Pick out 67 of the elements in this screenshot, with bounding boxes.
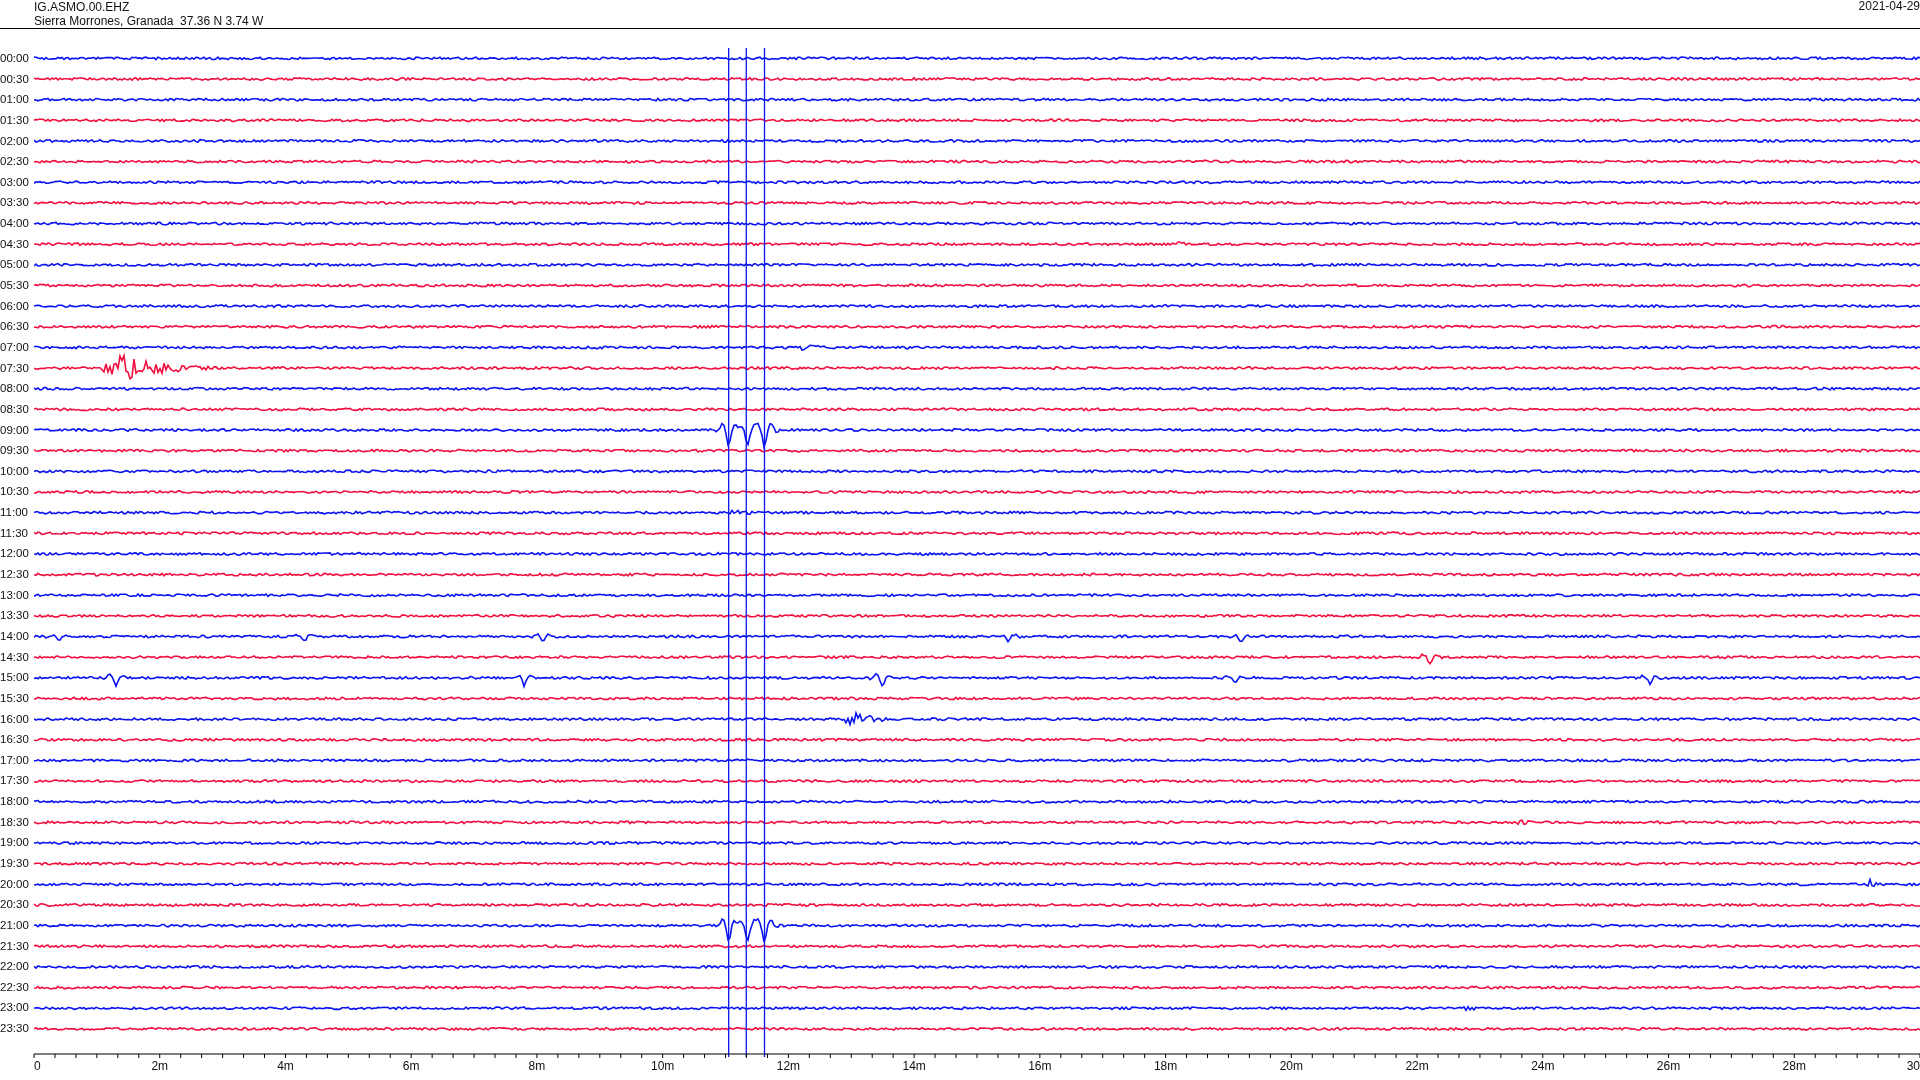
time-label: 02:00 (0, 133, 30, 149)
axis-tick-label: 20m (1279, 1059, 1303, 1074)
time-label: 12:00 (0, 546, 30, 562)
time-label: 18:30 (0, 814, 30, 830)
time-label: 07:30 (0, 360, 30, 376)
time-label: 09:00 (0, 422, 30, 438)
time-label: 18:00 (0, 794, 30, 810)
time-label: 19:30 (0, 856, 30, 871)
time-label: 23:00 (0, 1000, 30, 1016)
time-label: 16:30 (0, 732, 30, 748)
time-label: 08:30 (0, 401, 30, 417)
time-label: 13:00 (0, 587, 30, 603)
axis-tick-label: 16m (1028, 1059, 1052, 1074)
time-label: 03:30 (0, 195, 30, 211)
station-code: IG.ASMO.00.EHZ (34, 0, 131, 14)
time-label: 11:30 (0, 525, 29, 541)
time-label: 16:00 (0, 711, 30, 727)
time-label: 02:30 (0, 154, 30, 170)
time-label: 23:30 (0, 1021, 30, 1037)
time-label: 00:00 (0, 51, 30, 66)
time-label: 21:30 (0, 938, 30, 954)
axis-tick-label: 26m (1656, 1059, 1681, 1074)
time-label: 14:00 (0, 628, 30, 644)
time-label: 04:00 (0, 216, 30, 232)
axis-tick-label: 0 (34, 1059, 41, 1074)
axis-tick-label: 14m (902, 1059, 926, 1074)
axis-tick-label: 18m (1153, 1059, 1178, 1074)
time-label: 05:00 (0, 257, 30, 273)
time-label: 01:30 (0, 112, 30, 128)
axis-tick-label: 4m (277, 1059, 294, 1074)
axis-tick-label: 2m (151, 1059, 169, 1074)
time-label: 20:00 (0, 876, 30, 892)
station-location: Sierra Morrones, Granada 37.36 N 3.74 W (34, 14, 264, 28)
time-label: 12:30 (0, 567, 30, 582)
axis-tick-label: 10m (651, 1059, 675, 1074)
axis-tick-label: 30 (1906, 1059, 1920, 1074)
time-label: 22:30 (0, 979, 30, 995)
axis-tick-label: 22m (1405, 1059, 1429, 1074)
date-label: 2021-04-29 (1858, 0, 1920, 13)
time-label: 00:30 (0, 71, 30, 87)
time-label: 10:00 (0, 463, 30, 479)
time-label: 17:00 (0, 752, 30, 768)
time-label: 17:30 (0, 773, 30, 789)
axis-tick-label: 12m (776, 1059, 801, 1074)
axis-tick-label: 24m (1531, 1059, 1555, 1074)
time-label: 04:30 (0, 236, 30, 252)
time-label: 07:00 (0, 339, 30, 355)
time-label: 09:30 (0, 443, 30, 459)
time-label: 15:30 (0, 690, 30, 706)
axis-tick-label: 6m (402, 1059, 420, 1074)
time-label: 19:00 (0, 835, 30, 851)
time-label: 06:00 (0, 298, 30, 314)
time-label: 13:30 (0, 608, 30, 624)
time-label: 22:00 (0, 959, 30, 975)
time-label: 20:30 (0, 897, 30, 913)
axis-tick-label: 28m (1782, 1059, 1806, 1074)
time-label: 14:30 (0, 649, 30, 665)
time-label: 05:30 (0, 278, 30, 294)
time-label: 03:00 (0, 174, 30, 190)
time-label: 15:00 (0, 670, 30, 686)
time-label: 21:00 (0, 917, 30, 933)
time-label: 06:30 (0, 319, 30, 335)
time-label: 08:00 (0, 381, 30, 397)
time-label: 11:00 (0, 505, 29, 521)
time-label: 01:00 (0, 92, 30, 108)
axis-tick-label: 8m (528, 1059, 546, 1074)
time-label: 10:30 (0, 484, 30, 500)
